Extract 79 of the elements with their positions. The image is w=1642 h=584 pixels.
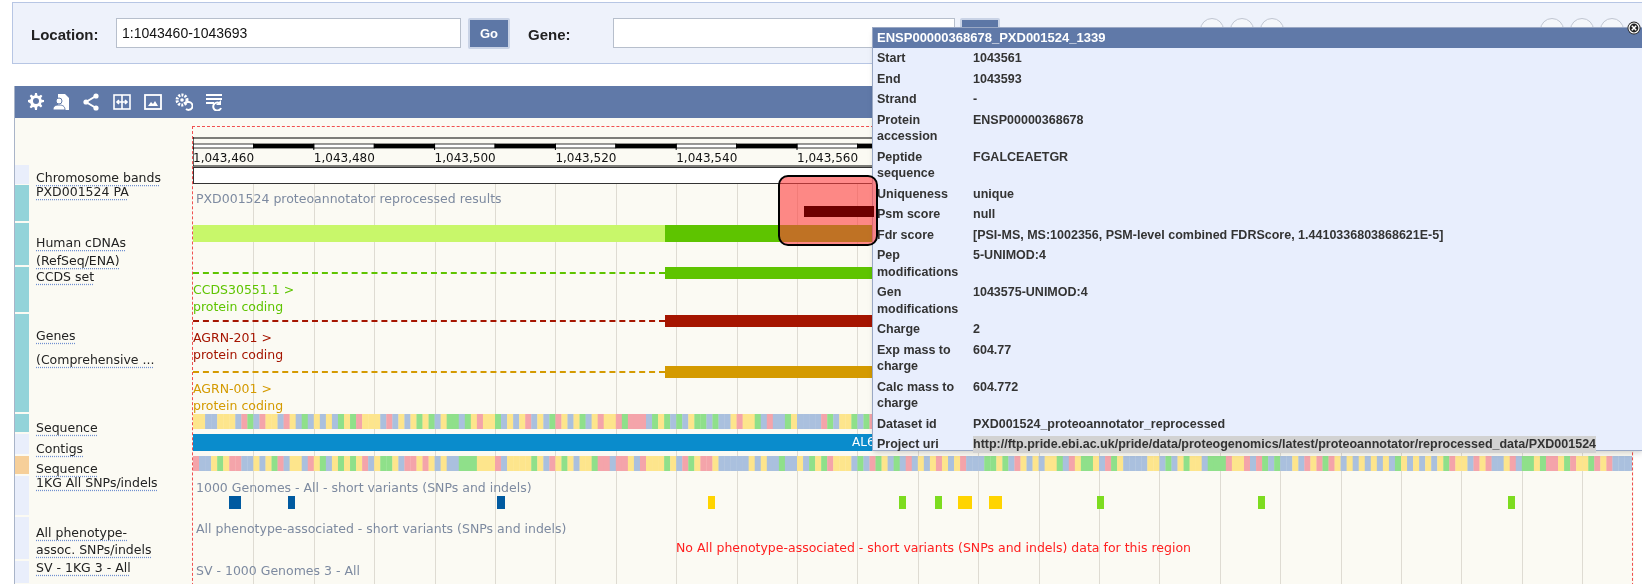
track-label[interactable]: Human cDNAs (RefSeq/ENA) xyxy=(36,234,126,270)
track-label[interactable]: Sequence xyxy=(36,460,98,477)
variant-mark xyxy=(1258,496,1265,509)
ruler-tick-label: 1,043,560 xyxy=(797,151,859,165)
transcript-label[interactable]: AGRN-201 > xyxy=(193,330,272,346)
ruler-tick-label: 1,043,460 xyxy=(193,151,255,165)
field-label: Strand xyxy=(877,91,918,108)
field-label: Charge xyxy=(877,321,922,338)
settings-icon[interactable] xyxy=(27,93,45,111)
ruler-tick-label: 1,043,480 xyxy=(313,151,375,165)
field-value: 2 xyxy=(973,321,980,338)
variant-mark xyxy=(935,496,942,509)
transcript-biotype: protein coding xyxy=(193,398,284,414)
track-caption: 1000 Genomes - All - short variants (SNPs and indels) xyxy=(196,480,532,496)
field-value: PXD001524_proteoannotator_reprocessed xyxy=(973,415,1226,432)
field-label: Project uri xyxy=(877,436,940,453)
field-label: End xyxy=(877,70,902,87)
field-label: Start xyxy=(877,50,907,67)
field-value: 5-UNIMOD:4 xyxy=(973,247,1046,264)
gears-refresh-icon[interactable] xyxy=(175,93,193,111)
field-label: Protein accession xyxy=(877,111,939,145)
ruler-tick-label: 1,043,500 xyxy=(434,151,496,165)
field-value: 604.772 xyxy=(973,378,1019,396)
field-value: unique xyxy=(973,185,1014,202)
field-value: 604.77 xyxy=(973,341,1012,359)
variant-mark xyxy=(1097,496,1104,509)
close-icon[interactable] xyxy=(1627,21,1641,35)
variant-mark xyxy=(989,496,1002,509)
transcript-biotype: protein coding xyxy=(193,347,284,363)
list-refresh-icon[interactable] xyxy=(205,93,223,111)
ruler-tick-label: 1,043,520 xyxy=(555,151,617,165)
field-label: Pep modifications xyxy=(877,247,960,280)
field-label: Psm score xyxy=(877,206,942,223)
field-label: Calc mass to charge xyxy=(877,378,956,412)
variant-mark xyxy=(708,496,715,509)
track-caption: SV - 1000 Genomes 3 - All xyxy=(196,563,360,579)
field-value: http://ftp.pride.ebi.ac.uk/pride/data/proteogenomics/latest/proteoannotator/reprocessed_data/PXD001524 xyxy=(973,436,1597,453)
field-label: Uniqueness xyxy=(877,185,949,202)
popup-title: ENSP00000368678_PXD001524_1339 xyxy=(873,28,1642,48)
variant-mark xyxy=(497,496,505,509)
go-button[interactable]: Go xyxy=(468,18,510,49)
track-caption: PXD001524 proteoannotator reprocessed results xyxy=(196,191,502,207)
track-label[interactable]: Chromosome bands xyxy=(36,169,161,186)
track-label[interactable]: Contigs xyxy=(36,440,84,457)
track-label[interactable]: Sequence xyxy=(36,419,98,436)
field-label: Exp mass to charge xyxy=(877,341,952,375)
peptide-feature-bar xyxy=(804,206,874,217)
transcript-biotype: protein coding xyxy=(193,299,284,315)
field-label: Dataset id xyxy=(877,415,938,432)
variant-mark xyxy=(229,496,241,509)
track-caption: All phenotype-associated - short variants (SNPs and indels) xyxy=(196,521,567,537)
track-label[interactable]: Genes (Comprehensive ... xyxy=(36,324,155,372)
field-value: 1043575-UNIMOD:4 xyxy=(973,284,1088,301)
ruler-tick-label: 1,043,540 xyxy=(676,151,738,165)
location-label: Location: xyxy=(31,25,99,45)
variant-mark xyxy=(958,496,972,509)
no-data-message: No All phenotype-associated - short variants (SNPs and indels) data for this region xyxy=(676,540,1191,556)
track-label[interactable]: All phenotype- assoc. SNPs/indels xyxy=(36,524,152,558)
field-label: Gen modifications xyxy=(877,284,960,317)
variant-mark xyxy=(1508,496,1515,509)
user-document-icon[interactable] xyxy=(52,93,70,111)
track-label[interactable]: CCDS set xyxy=(36,268,95,285)
location-field[interactable]: 1:1043460-1043693 xyxy=(116,18,461,48)
track-label[interactable]: PXD001524 PA xyxy=(36,183,129,200)
field-value: 1043561 xyxy=(973,50,1022,67)
field-value: 1043593 xyxy=(973,70,1022,87)
field-value: null xyxy=(973,206,996,223)
track-label[interactable]: SV - 1KG 3 - All xyxy=(36,559,131,576)
image-icon[interactable] xyxy=(144,93,162,111)
field-value: FGALCEAETGR xyxy=(973,148,1069,166)
share-icon[interactable] xyxy=(82,93,100,111)
variant-mark xyxy=(899,496,906,509)
field-label: Peptide sequence xyxy=(877,148,936,182)
resize-icon[interactable] xyxy=(113,93,131,111)
field-value: - xyxy=(973,91,978,108)
variant-mark xyxy=(288,496,295,509)
field-value: [PSI-MS, MS:1002356, PSM-level combined FDRScore, 1.4410336803868621E-5] xyxy=(973,226,1444,243)
field-value: ENSP00000368678 xyxy=(973,111,1084,129)
gene-label: Gene: xyxy=(528,25,571,45)
